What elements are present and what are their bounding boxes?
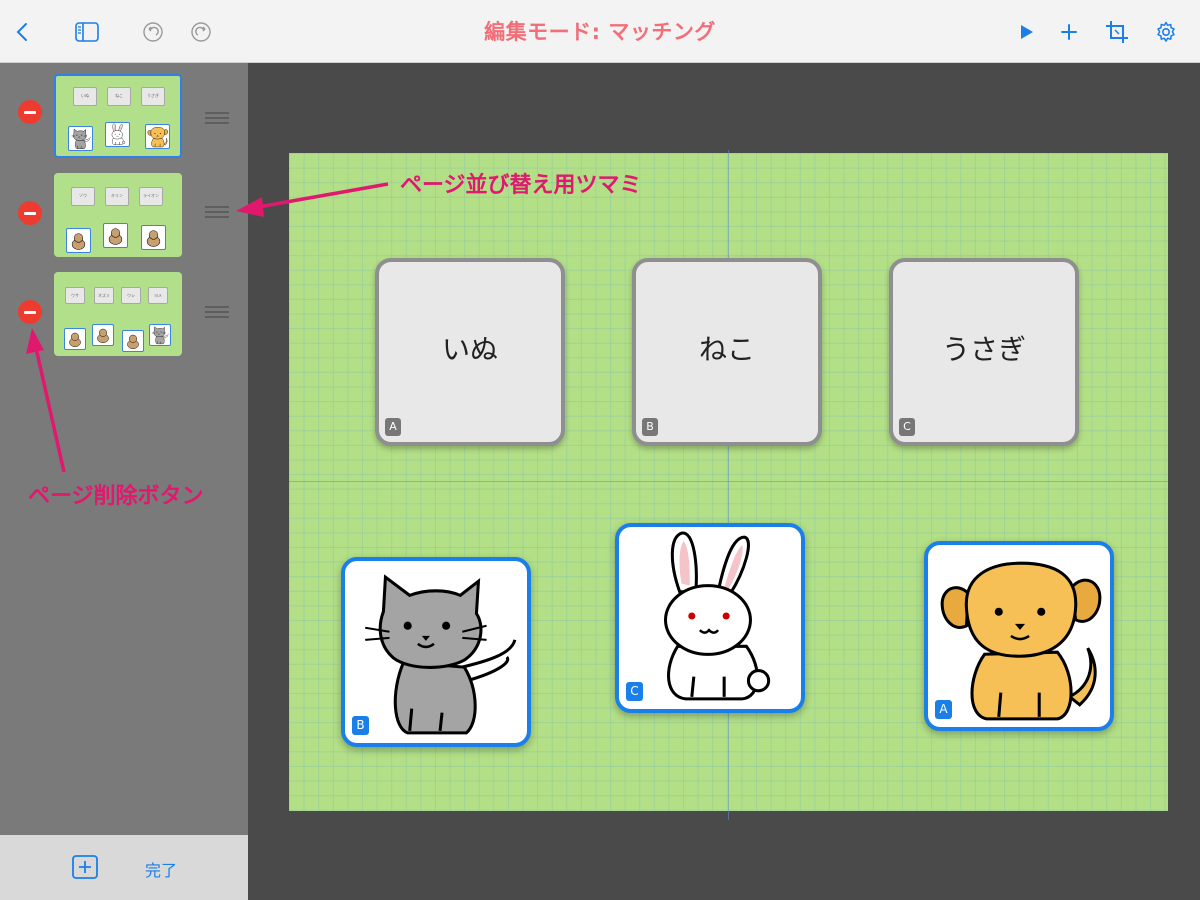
done-button[interactable]: 完了: [145, 857, 177, 881]
add-page-button[interactable]: [72, 855, 98, 879]
page-list-item: ウサ ネズミ ウシ ヨメ: [0, 272, 248, 360]
reorder-handle[interactable]: [205, 112, 229, 124]
page-list-sidebar: いぬ ねこ うさぎ ゾウ キリン ライオン ウサ ネズミ ウシ ヨメ: [0, 63, 248, 835]
thumb-cow-card: [122, 330, 144, 352]
word-card[interactable]: ねこ B: [632, 258, 822, 446]
thumb-word-card: うさぎ: [141, 87, 165, 106]
word-card-text: うさぎ: [941, 333, 1026, 366]
match-tag: B: [352, 716, 369, 735]
word-card-text: ねこ: [698, 333, 755, 366]
rabbit-illustration: [619, 527, 801, 709]
thumb-word-card: キリン: [105, 187, 129, 206]
picture-card-cat[interactable]: B: [341, 557, 531, 747]
annotation-reorder-handle: ページ並び替え用ツマミ: [400, 173, 642, 198]
dog-illustration: [928, 545, 1110, 727]
delete-page-button[interactable]: [18, 100, 42, 124]
picture-card-dog[interactable]: A: [924, 541, 1114, 731]
crop-icon[interactable]: [1104, 19, 1130, 45]
thumb-word-card: ウサ: [65, 287, 85, 304]
page-thumbnail-1[interactable]: いぬ ねこ うさぎ: [54, 74, 182, 158]
cat-illustration: [345, 561, 527, 743]
page-thumbnail-3[interactable]: ウサ ネズミ ウシ ヨメ: [54, 272, 182, 356]
match-tag: A: [935, 700, 952, 719]
word-card[interactable]: うさぎ C: [889, 258, 1079, 446]
picture-card-rabbit[interactable]: C: [615, 523, 805, 713]
gear-icon[interactable]: [1153, 19, 1179, 45]
thumb-hippo-card: [64, 328, 86, 350]
word-card[interactable]: いぬ A: [375, 258, 565, 446]
sidebar-footer: [0, 835, 248, 900]
plus-icon[interactable]: [1056, 19, 1082, 45]
thumb-cat-card: [68, 126, 93, 151]
top-toolbar: 編集モード: マッチング: [0, 0, 1200, 63]
match-tag: C: [899, 418, 915, 436]
annotation-delete-button: ページ削除ボタン: [28, 484, 204, 509]
thumb-word-card: いぬ: [73, 87, 97, 106]
thumb-lion-card: [66, 228, 91, 253]
reorder-handle[interactable]: [205, 306, 229, 318]
thumb-word-card: ネズミ: [94, 287, 114, 304]
word-card-text: いぬ: [441, 333, 498, 366]
page-thumbnail-2[interactable]: ゾウ キリン ライオン: [54, 173, 182, 257]
page-list-item: ゾウ キリン ライオン: [0, 173, 248, 261]
match-tag: C: [626, 682, 643, 701]
thumb-word-card: ウシ: [121, 287, 141, 304]
center-guide-horizontal: [289, 481, 1168, 482]
thumb-word-card: ねこ: [107, 87, 131, 106]
thumb-dog-card: [145, 124, 170, 149]
thumb-word-card: ヨメ: [148, 287, 168, 304]
delete-page-button[interactable]: [18, 201, 42, 225]
play-icon[interactable]: [1013, 19, 1039, 45]
thumb-giraffe-card: [141, 225, 166, 250]
delete-page-button[interactable]: [18, 300, 42, 324]
thumb-rabbit-card: [105, 122, 130, 147]
reorder-handle[interactable]: [205, 206, 229, 218]
thumb-horse-card: [92, 324, 114, 346]
thumb-word-card: ライオン: [139, 187, 163, 206]
match-tag: A: [385, 418, 401, 436]
thumb-cat-card: [149, 324, 171, 346]
thumb-word-card: ゾウ: [71, 187, 95, 206]
center-guide-vertical: [728, 150, 729, 820]
page-list-item: いぬ ねこ うさぎ: [0, 74, 248, 162]
match-tag: B: [642, 418, 658, 436]
thumb-elephant-card: [103, 223, 128, 248]
